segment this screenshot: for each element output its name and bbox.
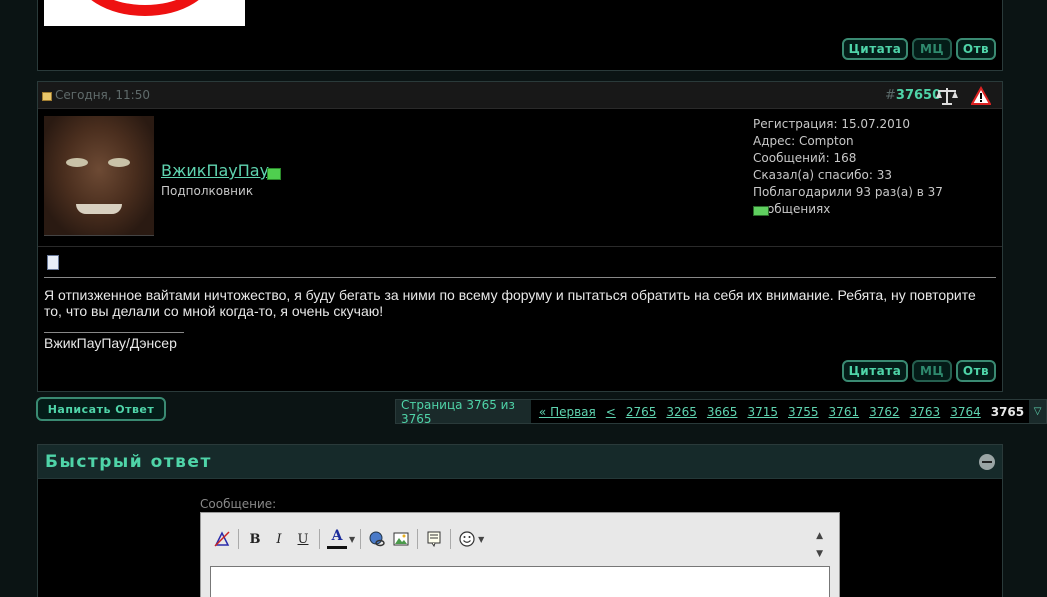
scales-icon[interactable] xyxy=(935,86,959,106)
quote-button[interactable]: Цитата xyxy=(842,38,908,60)
user-registration: Регистрация: 15.07.2010 xyxy=(753,117,911,131)
message-textarea[interactable] xyxy=(210,566,830,597)
expand-down-icon[interactable]: ▼ xyxy=(816,545,823,563)
text-color-button[interactable]: A xyxy=(325,528,349,550)
reply-button[interactable]: Отв xyxy=(956,360,996,382)
page-prev-link[interactable]: < xyxy=(601,405,621,419)
post-header: Сегодня, 11:50 #37650 xyxy=(38,82,1002,109)
new-reply-button[interactable]: Написать Ответ xyxy=(36,397,166,421)
user-messages: Сообщений: 168 xyxy=(753,151,857,165)
signature: ВжикПауПау/Дэнсер xyxy=(44,335,177,351)
user-address: Адрес: Compton xyxy=(753,134,854,148)
remove-format-icon[interactable] xyxy=(211,528,233,550)
divider xyxy=(38,246,1002,247)
underline-button[interactable]: U xyxy=(292,528,314,550)
smiley-dropdown-chevron-down-icon[interactable]: ▼ xyxy=(478,535,484,544)
previous-post: Цитата МЦ Отв xyxy=(37,0,1003,71)
report-warning-icon[interactable] xyxy=(971,86,991,106)
post-date-icon xyxy=(42,92,52,101)
document-icon xyxy=(47,255,59,270)
smiley-icon[interactable] xyxy=(456,528,478,550)
username[interactable]: ВжикПауПау xyxy=(161,161,269,180)
text-color-icon: A xyxy=(331,528,343,544)
editor-toolbar: B I U A ▼ ▼ xyxy=(211,525,484,553)
multiquote-button[interactable]: МЦ xyxy=(912,360,952,382)
quick-reply: Быстрый ответ Сообщение: B I U A ▼ ▼ ▲ ▼ xyxy=(37,444,1003,597)
quick-reply-title: Быстрый ответ xyxy=(45,452,212,472)
page-link[interactable]: 3763 xyxy=(905,405,946,419)
page-link[interactable]: 3764 xyxy=(945,405,986,419)
page-first-link[interactable]: « Первая xyxy=(534,405,601,419)
signature-divider xyxy=(44,332,184,333)
expand-up-icon[interactable]: ▲ xyxy=(816,527,823,545)
pagination: Страница 3765 из 3765 « Первая < 2765 32… xyxy=(395,398,1047,426)
page-link[interactable]: 3265 xyxy=(661,405,702,419)
insert-quote-icon[interactable] xyxy=(423,528,445,550)
post-text: Я отпизженное вайтами ничтожество, я буд… xyxy=(44,287,976,319)
page-link[interactable]: 3762 xyxy=(864,405,905,419)
collapse-icon[interactable] xyxy=(979,454,995,470)
quick-reply-header: Быстрый ответ xyxy=(38,445,1002,479)
page-link[interactable]: 3755 xyxy=(783,405,824,419)
message-label: Сообщение: xyxy=(200,497,277,511)
previous-post-buttons: Цитата МЦ Отв xyxy=(842,38,996,60)
editor-resize-controls: ▲ ▼ xyxy=(816,527,823,563)
page-links: « Первая < 2765 3265 3665 3715 3755 3761… xyxy=(531,400,1029,423)
bold-button[interactable]: B xyxy=(244,528,266,550)
page-info: Страница 3765 из 3765 xyxy=(396,398,531,426)
divider xyxy=(44,277,996,278)
post-number[interactable]: #37650 xyxy=(885,88,941,103)
avatar[interactable] xyxy=(44,116,154,236)
online-status-icon xyxy=(267,168,281,180)
user-thanked: Поблагодарили 93 раз(а) в 37 сообщениях xyxy=(753,185,943,216)
reputation-icon xyxy=(753,206,769,216)
post-image xyxy=(44,0,245,26)
user-info: Регистрация: 15.07.2010 Адрес: Compton С… xyxy=(753,116,1002,218)
page-link[interactable]: 3665 xyxy=(702,405,743,419)
post-buttons: Цитата МЦ Отв xyxy=(842,360,996,382)
post-date: Сегодня, 11:50 xyxy=(55,88,150,102)
page-current: 3765 xyxy=(990,404,1025,419)
page-link[interactable]: 2765 xyxy=(621,405,662,419)
message-editor: B I U A ▼ ▼ ▲ ▼ xyxy=(200,512,840,597)
page-menu-chevron-down-icon[interactable]: ▽ xyxy=(1029,400,1046,423)
italic-button[interactable]: I xyxy=(268,528,290,550)
insert-link-icon[interactable] xyxy=(366,528,388,550)
insert-image-icon[interactable] xyxy=(390,528,412,550)
user-title: Подполковник xyxy=(161,184,254,198)
multiquote-button[interactable]: МЦ xyxy=(912,38,952,60)
page-link[interactable]: 3761 xyxy=(824,405,865,419)
post: Сегодня, 11:50 #37650 ВжикПауПау Подполк… xyxy=(37,81,1003,392)
reply-button[interactable]: Отв xyxy=(956,38,996,60)
quote-button[interactable]: Цитата xyxy=(842,360,908,382)
page-link[interactable]: 3715 xyxy=(742,405,783,419)
color-dropdown-chevron-down-icon[interactable]: ▼ xyxy=(349,535,355,544)
user-thanks-said: Сказал(а) спасибо: 33 xyxy=(753,168,892,182)
